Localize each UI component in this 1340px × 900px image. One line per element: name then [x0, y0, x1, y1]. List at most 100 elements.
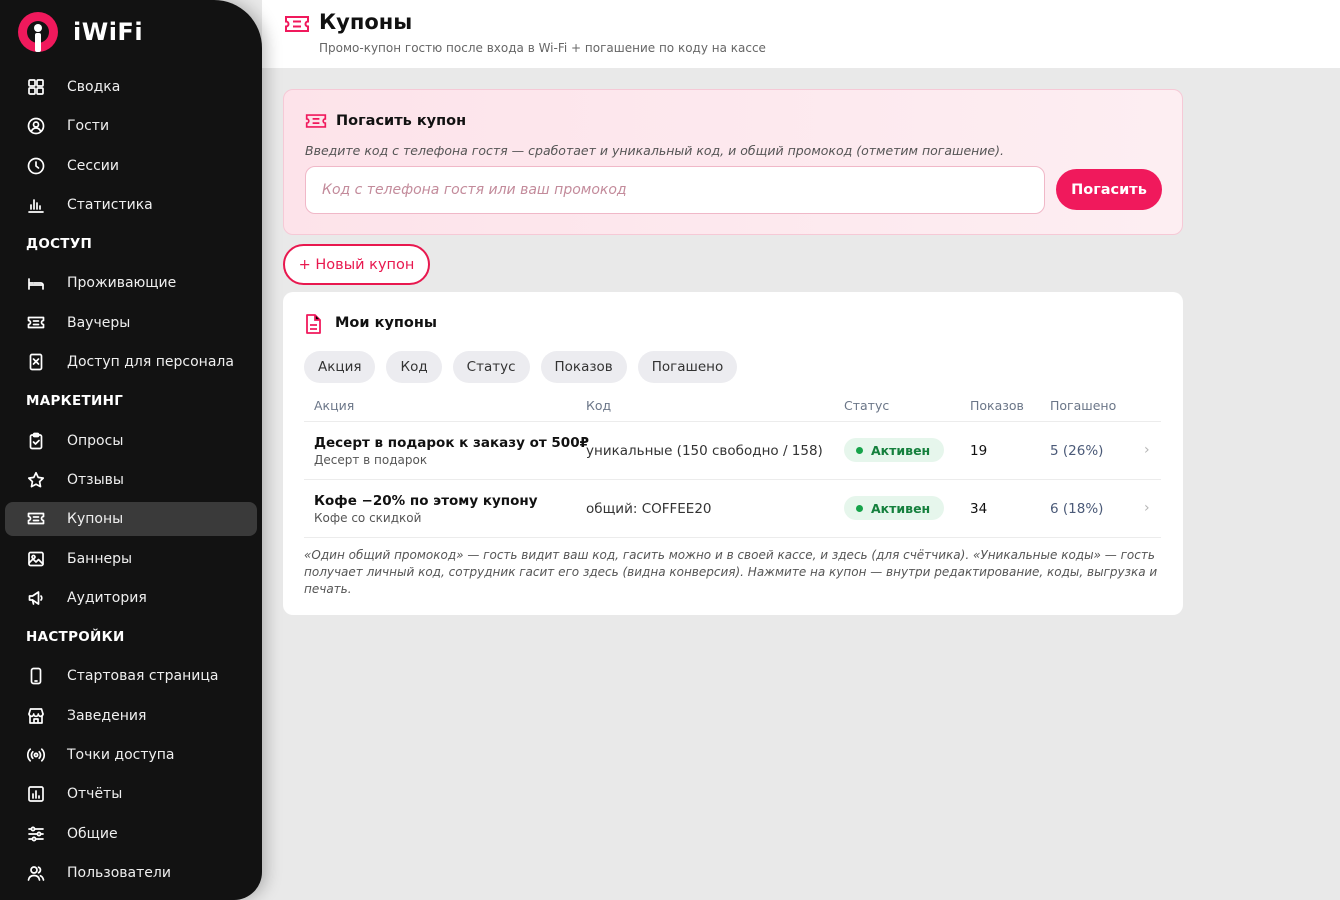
col-action: Акция	[314, 398, 355, 413]
report-icon	[26, 784, 46, 804]
clipboard-icon	[26, 431, 46, 451]
sidebar-item[interactable]: Заведения	[5, 699, 257, 733]
sidebar-item[interactable]: Сессии	[5, 149, 257, 183]
page-title: Купоны	[319, 10, 413, 34]
broadcast-icon	[26, 745, 46, 765]
sidebar-item-label: Точки доступа	[67, 747, 175, 764]
users-icon	[26, 863, 46, 883]
col-status: Статус	[844, 398, 890, 413]
table-row[interactable]: Кофе −20% по этому купону Кофе со скидко…	[304, 480, 1161, 538]
sidebar-item-label: Доступ для персонала	[67, 354, 234, 371]
sidebar-item-label: Проживающие	[67, 275, 177, 292]
ticket-icon	[26, 509, 46, 529]
chip-shows[interactable]: Показов	[540, 351, 627, 383]
sidebar-item[interactable]: Сводка	[5, 70, 257, 104]
sidebar-item[interactable]: Отзывы	[5, 463, 257, 497]
dashboard-icon	[26, 77, 46, 97]
logo-icon	[18, 12, 58, 52]
sidebar-item-label: Ваучеры	[67, 314, 131, 331]
coupons-title: Мои купоны	[335, 315, 438, 331]
brand-name: iWiFi	[73, 18, 144, 46]
user-circle-icon	[26, 116, 46, 136]
chevron-right-icon: ›	[1144, 500, 1150, 516]
sidebar-item-label: Стартовая страница	[67, 668, 219, 685]
chip-status[interactable]: Статус	[452, 351, 530, 383]
sort-chips: Акция Код Статус Показов Погашено	[304, 351, 748, 383]
sidebar: iWiFi Сводка Гости Сессии Статистика ДОСТУП П…	[0, 0, 262, 900]
col-shows: Показов	[970, 398, 1024, 413]
status-badge: Активен	[844, 438, 945, 462]
sidebar-item[interactable]: Баннеры	[5, 542, 257, 576]
chevron-right-icon: ›	[1144, 442, 1150, 458]
sidebar-item[interactable]: Ваучеры	[5, 306, 257, 340]
sidebar-item[interactable]: Аудитория	[5, 581, 257, 615]
phone-icon	[26, 666, 46, 686]
sidebar-nav: Сводка Гости Сессии Статистика ДОСТУП Прожива…	[0, 70, 262, 895]
redeem-card: Погасить купон Введите код с телефона го…	[283, 89, 1183, 235]
badge-icon	[26, 352, 46, 372]
coupons-card: Мои купоны Акция Код Статус Показов Пога…	[283, 292, 1183, 615]
sidebar-item-label: Опросы	[67, 432, 124, 449]
status-dot-icon	[856, 446, 863, 454]
sidebar-item-label: Общие	[67, 825, 118, 842]
redeem-button[interactable]: Погасить	[1056, 169, 1162, 210]
table-header: Акция Код Статус Показов Погашено	[304, 392, 1161, 422]
status-dot-icon	[856, 504, 863, 512]
status-text: Активен	[871, 442, 931, 458]
logo[interactable]: iWiFi	[18, 12, 143, 52]
sidebar-item-label: Гости	[67, 118, 110, 135]
redeem-title: Погасить купон	[336, 113, 467, 129]
coupon-name: Кофе −20% по этому купону	[314, 493, 538, 509]
redeem-hint: Введите код с телефона гостя — сработает…	[305, 143, 1004, 158]
sidebar-item[interactable]: Отчёты	[5, 777, 257, 811]
page-subtitle: Промо-купон гостю после входа в Wi-Fi + …	[319, 41, 766, 55]
ticket-icon	[305, 112, 327, 130]
sidebar-item[interactable]: Доступ для персонала	[5, 345, 257, 379]
sidebar-item-label: Отчёты	[67, 786, 123, 803]
sidebar-item[interactable]: Купоны	[5, 502, 257, 537]
table-row[interactable]: Десерт в подарок к заказу от 500₽ Десерт…	[304, 422, 1161, 480]
sidebar-item-label: Баннеры	[67, 550, 133, 567]
sidebar-item[interactable]: Опросы	[5, 424, 257, 458]
chip-redeemed[interactable]: Погашено	[637, 351, 738, 383]
coupon-code: общий: COFFEE20	[586, 501, 712, 517]
chip-action[interactable]: Акция	[304, 351, 376, 383]
coupon-redeemed: 6 (18%)	[1050, 501, 1104, 517]
sidebar-item-label: Отзывы	[67, 471, 124, 488]
redeem-code-input[interactable]	[305, 166, 1045, 214]
sidebar-item-label: Сводка	[67, 79, 121, 95]
sidebar-item[interactable]: Проживающие	[5, 266, 257, 300]
page-header: Купоны Промо-купон гостю после входа в W…	[262, 0, 1340, 68]
sidebar-item[interactable]: Пользователи	[5, 856, 257, 890]
ticket-icon	[26, 313, 46, 333]
col-redeemed: Погашено	[1050, 398, 1117, 413]
sidebar-section-heading: МАРКЕТИНГ	[26, 393, 124, 410]
sidebar-item-label: Заведения	[67, 707, 147, 724]
chip-code[interactable]: Код	[386, 351, 442, 383]
coupon-subtitle: Кофе со скидкой	[314, 511, 422, 525]
status-badge: Активен	[844, 496, 945, 520]
status-text: Активен	[871, 500, 931, 516]
sidebar-item-label: Пользователи	[67, 864, 171, 881]
new-coupon-button[interactable]: + Новый купон	[283, 244, 430, 285]
sidebar-item[interactable]: Точки доступа	[5, 738, 257, 772]
image-icon	[26, 549, 46, 569]
coupon-subtitle: Десерт в подарок	[314, 453, 428, 467]
sidebar-section-heading: НАСТРОЙКИ	[26, 629, 125, 646]
sidebar-item[interactable]: Статистика	[5, 188, 257, 222]
clock-icon	[26, 156, 46, 176]
sidebar-item[interactable]: Общие	[5, 817, 257, 851]
sidebar-item[interactable]: Гости	[5, 109, 257, 143]
coupons-footnote: «Один общий промокод» — гость видит ваш …	[304, 548, 1158, 596]
coupon-shows: 19	[970, 443, 988, 459]
col-code: Код	[586, 398, 612, 413]
megaphone-icon	[26, 588, 46, 608]
document-icon	[304, 314, 326, 334]
sidebar-item-label: Купоны	[67, 511, 124, 528]
sidebar-item[interactable]: Стартовая страница	[5, 659, 257, 693]
coupon-code: уникальные (150 свободно / 158)	[586, 443, 823, 459]
sidebar-section-heading: ДОСТУП	[26, 236, 93, 253]
sidebar-item-label: Сессии	[67, 157, 119, 174]
coupon-redeemed: 5 (26%)	[1050, 443, 1104, 459]
coupon-shows: 34	[970, 501, 988, 517]
